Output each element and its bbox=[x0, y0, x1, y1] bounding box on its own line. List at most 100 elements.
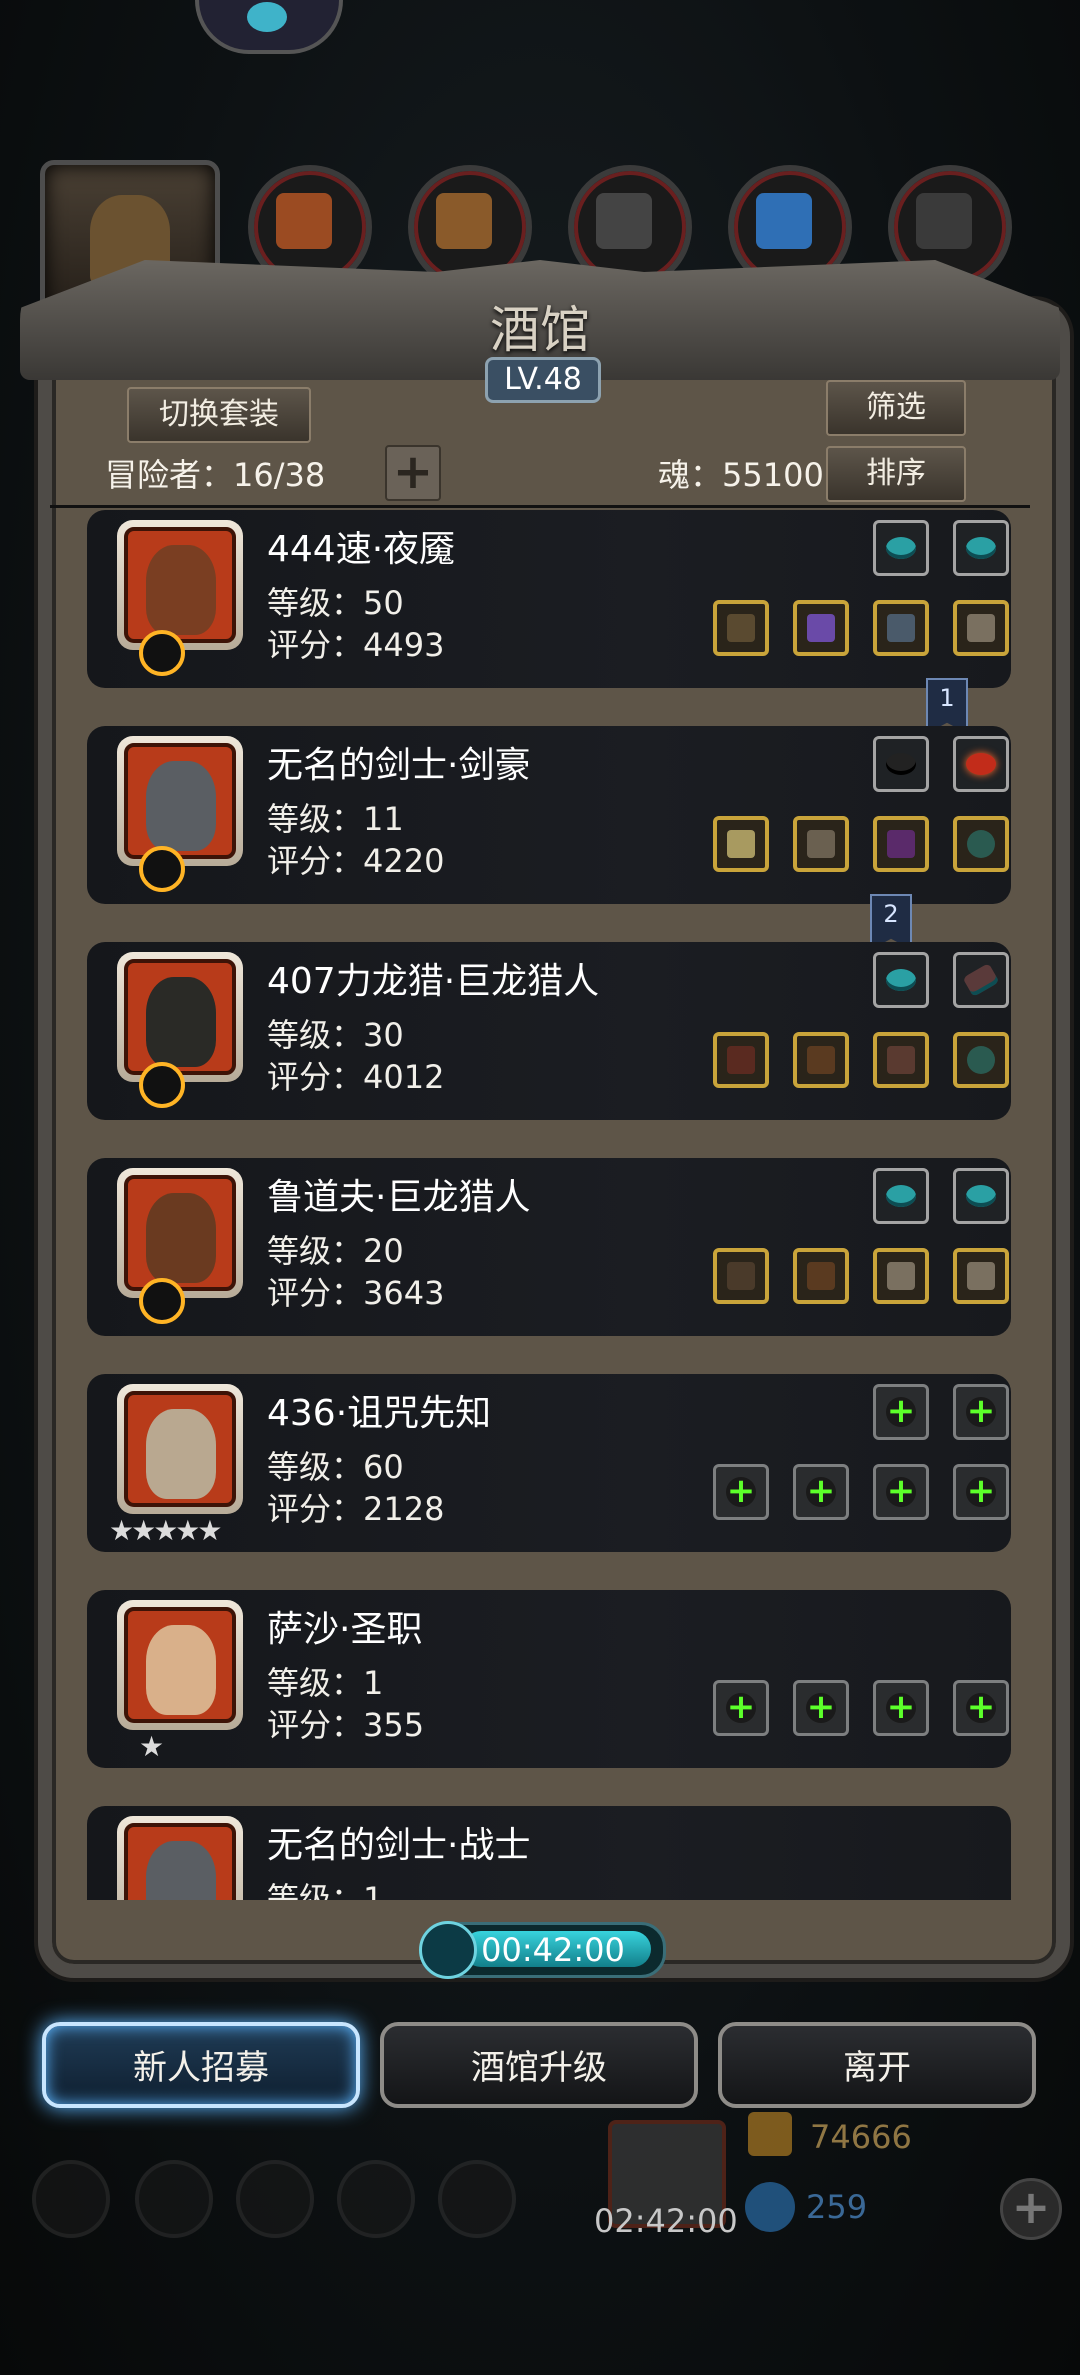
empty-equip-slot[interactable]: + bbox=[873, 1680, 929, 1736]
claw-gem-icon bbox=[962, 962, 1000, 998]
hero-card[interactable]: 444速·夜魇 等级：50 评分：4493 bbox=[87, 510, 1011, 688]
hero-portrait bbox=[117, 520, 243, 650]
weapon-slot[interactable] bbox=[713, 1248, 769, 1304]
gem-slot[interactable] bbox=[953, 1168, 1009, 1224]
moon-rank-icon bbox=[139, 630, 185, 676]
gem-slot[interactable] bbox=[873, 520, 929, 576]
empty-equip-slot[interactable]: + bbox=[953, 1680, 1009, 1736]
gem-icon bbox=[966, 1185, 996, 1207]
switch-outfit-button[interactable]: 切换套装 bbox=[127, 387, 311, 443]
spear-icon bbox=[727, 1046, 755, 1074]
hero-portrait bbox=[117, 736, 243, 866]
armor-slot[interactable] bbox=[793, 1248, 849, 1304]
magic-icon bbox=[887, 830, 915, 858]
empty-equip-slot[interactable]: + bbox=[713, 1464, 769, 1520]
hero-face-icon bbox=[146, 977, 216, 1067]
plus-icon: + bbox=[966, 1687, 996, 1727]
hero-card[interactable]: ★ 萨沙·圣职 等级：1 评分：355 + + + + bbox=[87, 1590, 1011, 1768]
armor-slot[interactable] bbox=[873, 1032, 929, 1088]
wood-icon bbox=[436, 193, 492, 249]
star-rank: ★ bbox=[139, 1730, 164, 1763]
gem-slot[interactable] bbox=[953, 520, 1009, 576]
bow-icon bbox=[727, 614, 755, 642]
weapon-slot[interactable] bbox=[713, 1032, 769, 1088]
gem-slot[interactable] bbox=[873, 736, 929, 792]
sort-button[interactable]: 排序 bbox=[826, 446, 966, 502]
empty-gem-slot[interactable]: + bbox=[873, 1384, 929, 1440]
claw-slot[interactable] bbox=[873, 1248, 929, 1304]
armor-slot[interactable] bbox=[793, 1032, 849, 1088]
weapon-slot[interactable] bbox=[713, 816, 769, 872]
timer-text: 00:42:00 bbox=[481, 1931, 625, 1969]
empty-equip-slot[interactable]: + bbox=[713, 1680, 769, 1736]
gem-icon bbox=[886, 537, 916, 559]
armor-icon bbox=[807, 830, 835, 858]
filter-button[interactable]: 筛选 bbox=[826, 380, 966, 436]
hero-name: 鲁道夫·巨龙猎人 bbox=[267, 1177, 531, 1218]
bow-icon bbox=[727, 1262, 755, 1290]
plus-icon: + bbox=[966, 1391, 996, 1431]
soul-count: 魂：55100 bbox=[658, 456, 824, 494]
hero-card[interactable]: 407力龙猎·巨龙猎人 等级：30 评分：4012 bbox=[87, 942, 1011, 1120]
hero-level: 等级：50 bbox=[267, 584, 404, 622]
player-avatar bbox=[195, 0, 343, 54]
adventurer-count: 冒险者：16/38 bbox=[105, 456, 326, 494]
hero-card[interactable]: ★★★★★ 436·诅咒先知 等级：60 评分：2128 + + + + + + bbox=[87, 1374, 1011, 1552]
crystal-icon bbox=[756, 193, 812, 249]
gem-slot[interactable] bbox=[953, 736, 1009, 792]
gem-amount: 259 bbox=[806, 2188, 868, 2226]
fire-gem-icon bbox=[966, 753, 996, 775]
weapon-slot[interactable] bbox=[713, 600, 769, 656]
glove-slot[interactable] bbox=[873, 600, 929, 656]
hero-card[interactable]: 无名的剑士·剑豪 等级：11 评分：4220 bbox=[87, 726, 1011, 904]
gem-slot[interactable] bbox=[873, 952, 929, 1008]
achievement-icon bbox=[135, 2160, 213, 2238]
armor-slot[interactable] bbox=[793, 600, 849, 656]
empty-gem-slot[interactable]: + bbox=[953, 1384, 1009, 1440]
hero-face-icon bbox=[146, 761, 216, 851]
claw-slot[interactable] bbox=[953, 1248, 1009, 1304]
plus-icon: + bbox=[966, 1471, 996, 1511]
gem-currency-icon bbox=[745, 2182, 795, 2232]
hero-level: 等级：20 bbox=[267, 1232, 404, 1270]
upgrade-tavern-button[interactable]: 酒馆升级 bbox=[380, 2022, 698, 2108]
plus-icon: + bbox=[806, 1687, 836, 1727]
armor-slot[interactable] bbox=[793, 816, 849, 872]
star-rank: ★★★★★ bbox=[109, 1514, 223, 1547]
hero-score: 评分：4493 bbox=[267, 626, 445, 664]
hero-name: 436·诅咒先知 bbox=[267, 1393, 492, 1434]
hero-name: 407力龙猎·巨龙猎人 bbox=[267, 961, 600, 1002]
hero-score: 评分：2128 bbox=[267, 1490, 445, 1528]
gloves-icon bbox=[276, 193, 332, 249]
gem-icon bbox=[886, 1185, 916, 1207]
ring-slot[interactable] bbox=[953, 1032, 1009, 1088]
claw-icon bbox=[967, 614, 995, 642]
robe-icon bbox=[887, 1046, 915, 1074]
leave-button[interactable]: 离开 bbox=[718, 2022, 1036, 2108]
claw-icon bbox=[887, 1262, 915, 1290]
empty-equip-slot[interactable]: + bbox=[873, 1464, 929, 1520]
hero-name: 萨沙·圣职 bbox=[267, 1609, 423, 1650]
stone-icon bbox=[596, 193, 652, 249]
hero-face-icon bbox=[146, 1841, 216, 1900]
hero-list[interactable]: 444速·夜魇 等级：50 评分：4493 1 无名的剑士·剑豪 等级：11 评… bbox=[52, 510, 1028, 1900]
hero-name: 无名的剑士·剑豪 bbox=[267, 745, 531, 786]
gem-slot[interactable] bbox=[873, 1168, 929, 1224]
recruit-timer: 00:42:00 bbox=[419, 1921, 666, 1979]
hero-level: 等级：60 bbox=[267, 1448, 404, 1486]
gem-slot[interactable] bbox=[953, 952, 1009, 1008]
claw-slot[interactable] bbox=[953, 600, 1009, 656]
hero-portrait bbox=[117, 1600, 243, 1730]
moon-rank-icon bbox=[139, 1278, 185, 1324]
empty-equip-slot[interactable]: + bbox=[953, 1464, 1009, 1520]
hero-card[interactable]: 鲁道夫·巨龙猎人 等级：20 评分：3643 bbox=[87, 1158, 1011, 1336]
empty-equip-slot[interactable]: + bbox=[793, 1464, 849, 1520]
hero-portrait bbox=[117, 1384, 243, 1514]
plus-icon: + bbox=[886, 1687, 916, 1727]
ring-slot[interactable] bbox=[953, 816, 1009, 872]
empty-equip-slot[interactable]: + bbox=[793, 1680, 849, 1736]
glove-slot[interactable] bbox=[873, 816, 929, 872]
recruit-button[interactable]: 新人招募 bbox=[42, 2022, 360, 2108]
hero-card[interactable]: 无名的剑士·战士 等级：1 bbox=[87, 1806, 1011, 1900]
add-slot-button[interactable]: + bbox=[385, 445, 441, 501]
